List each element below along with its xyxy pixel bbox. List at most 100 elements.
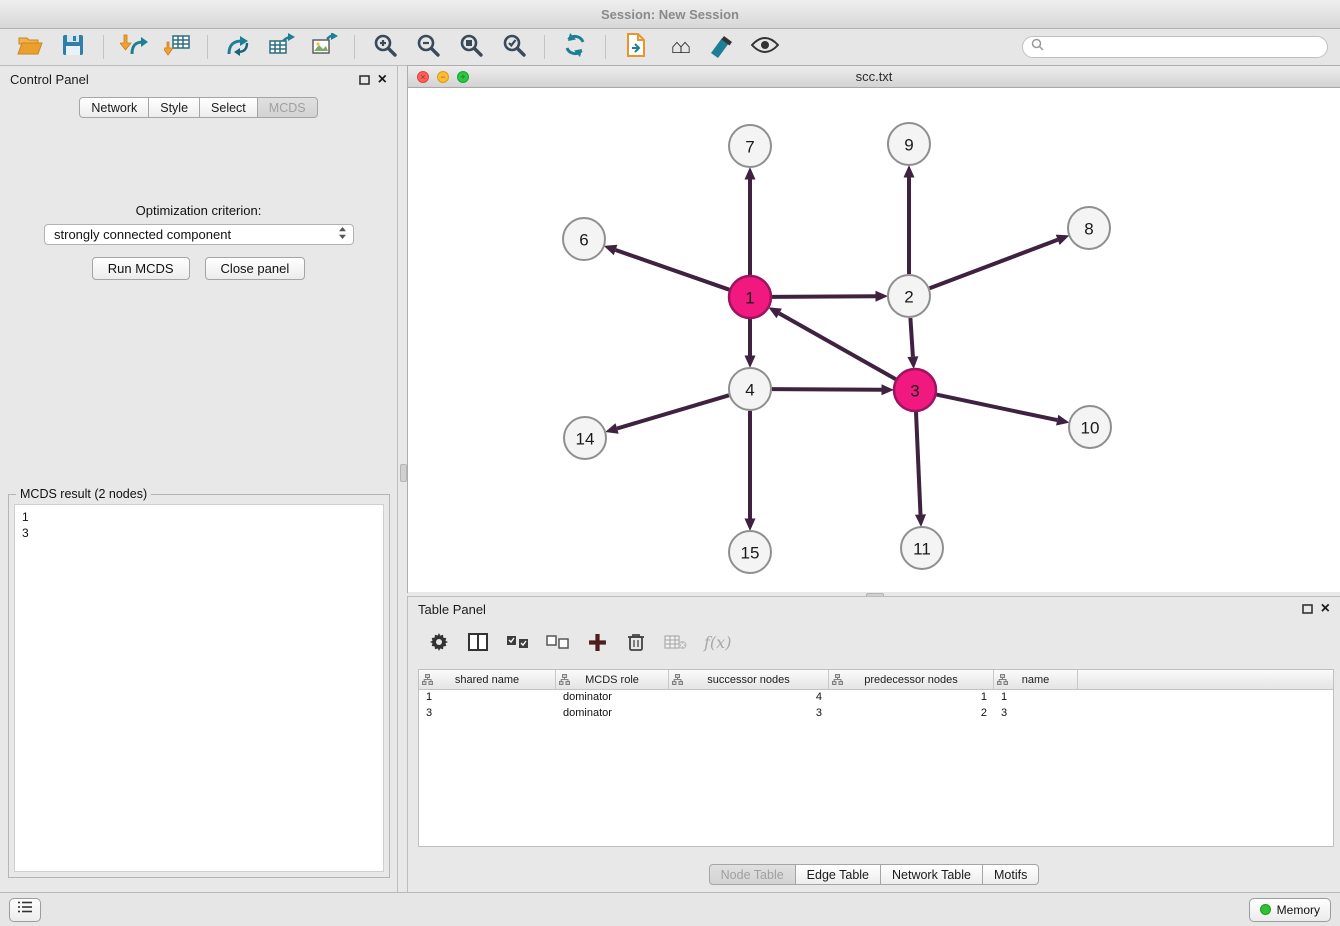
float-table-panel-icon[interactable]: [1301, 602, 1315, 616]
close-window-icon[interactable]: ×: [417, 71, 429, 83]
control-panel-tab-network[interactable]: Network: [79, 97, 149, 118]
control-panel-tab-mcds[interactable]: MCDS: [257, 97, 318, 118]
table-panel-tabs: Node TableEdge TableNetwork TableMotifs: [408, 864, 1340, 885]
table-row[interactable]: 3dominator323: [419, 706, 1333, 722]
style-brush-button[interactable]: [704, 32, 740, 62]
graph-node-label: 10: [1081, 419, 1100, 438]
vertical-splitter[interactable]: [398, 66, 408, 892]
graph-node-10[interactable]: 10: [1069, 406, 1111, 448]
graph-node-11[interactable]: 11: [901, 527, 943, 569]
zoom-selected-button[interactable]: [496, 32, 532, 62]
table-tab-edge-table[interactable]: Edge Table: [795, 864, 881, 885]
cell-shared_name: 3: [419, 706, 556, 722]
open-session-button[interactable]: [12, 32, 48, 62]
graph-node-4[interactable]: 4: [729, 368, 771, 410]
column-header-name[interactable]: name: [994, 670, 1078, 689]
graph-node-label: 14: [576, 430, 595, 449]
sort-icon: [672, 674, 683, 688]
graph-node-label: 4: [745, 381, 754, 400]
graph-edge-4-14[interactable]: [617, 395, 729, 428]
search-input[interactable]: [1049, 39, 1319, 55]
control-panel-buttons: Run MCDS Close panel: [0, 257, 397, 280]
toolbar-separator: [354, 35, 355, 59]
select-all-icon[interactable]: [506, 629, 529, 655]
import-network-button[interactable]: [116, 32, 152, 62]
document-share-icon: [624, 32, 648, 63]
memory-label: Memory: [1277, 903, 1320, 917]
close-panel-icon[interactable]: ×: [378, 73, 387, 87]
console-button[interactable]: [9, 898, 41, 922]
column-header-mcds_role[interactable]: MCDS role: [556, 670, 669, 689]
graph-edge-1-6[interactable]: [616, 250, 730, 290]
graph-edge-2-8[interactable]: [930, 240, 1058, 288]
table-tab-node-table[interactable]: Node Table: [709, 864, 796, 885]
graph-node-label: 2: [904, 288, 913, 307]
network-canvas[interactable]: 7 9 6 8 1 2 4 3 10 14 15 11: [408, 88, 1340, 591]
control-panel: Control Panel × NetworkStyleSelectMCDS O…: [0, 66, 398, 892]
mcds-result-box[interactable]: 13: [14, 504, 384, 872]
zoom-fit-button[interactable]: [453, 32, 489, 62]
share-network-button[interactable]: [220, 32, 256, 62]
eye-button[interactable]: [747, 32, 783, 62]
graph-node-8[interactable]: 8: [1068, 207, 1110, 249]
network-graph: 7 9 6 8 1 2 4 3 10 14 15 11: [408, 88, 1340, 591]
delete-row-icon[interactable]: [625, 629, 647, 655]
column-header-predecessor_nodes[interactable]: predecessor nodes: [829, 670, 994, 689]
zoom-in-button[interactable]: [367, 32, 403, 62]
graph-node-7[interactable]: 7: [729, 125, 771, 167]
column-label: shared name: [455, 674, 519, 686]
graph-edge-3-10[interactable]: [937, 395, 1058, 421]
graph-node-15[interactable]: 15: [729, 531, 771, 573]
graph-edge-3-11[interactable]: [916, 412, 921, 515]
column-header-successor_nodes[interactable]: successor nodes: [669, 670, 829, 689]
table-row[interactable]: 1dominator411: [419, 690, 1333, 706]
graph-edge-3-1[interactable]: [779, 313, 896, 379]
toolbar-separator: [207, 35, 208, 59]
delete-table-icon[interactable]: [664, 629, 687, 655]
import-network-icon: [120, 33, 148, 62]
graph-node-3[interactable]: 3: [894, 369, 936, 411]
export-image-button[interactable]: [306, 32, 342, 62]
columns-icon[interactable]: [467, 629, 489, 655]
search-box[interactable]: [1022, 36, 1328, 58]
maximize-window-icon[interactable]: +: [457, 71, 469, 83]
save-session-button[interactable]: [55, 32, 91, 62]
deselect-all-icon[interactable]: [546, 629, 569, 655]
graph-node-9[interactable]: 9: [888, 123, 930, 165]
graph-edge-2-3[interactable]: [910, 318, 913, 357]
minimize-window-icon[interactable]: −: [437, 71, 449, 83]
control-panel-tabs: NetworkStyleSelectMCDS: [0, 97, 397, 118]
gear-icon[interactable]: [428, 629, 450, 655]
export-table-button[interactable]: [263, 32, 299, 62]
sort-icon: [832, 674, 843, 688]
add-row-icon[interactable]: [586, 629, 608, 655]
refresh-layout-button[interactable]: [557, 32, 593, 62]
document-share-button[interactable]: [618, 32, 654, 62]
vertical-splitter-handle[interactable]: [400, 464, 407, 482]
close-panel-button[interactable]: Close panel: [205, 257, 306, 280]
graph-node-6[interactable]: 6: [563, 218, 605, 260]
table-tab-network-table[interactable]: Network Table: [880, 864, 983, 885]
control-panel-tab-select[interactable]: Select: [199, 97, 258, 118]
graph-node-14[interactable]: 14: [564, 417, 606, 459]
float-panel-icon[interactable]: [358, 73, 372, 87]
graph-edge-4-3[interactable]: [772, 389, 882, 390]
column-header-shared_name[interactable]: shared name: [419, 670, 556, 689]
graph-node-label: 11: [913, 540, 931, 559]
graph-edge-1-2[interactable]: [772, 296, 876, 297]
close-table-panel-icon[interactable]: ×: [1321, 602, 1330, 616]
home-button[interactable]: ⌂⌂: [661, 32, 697, 62]
graph-node-2[interactable]: 2: [888, 275, 930, 317]
table-panel: Table Panel × f(x) shared nameMCDS roles…: [408, 597, 1340, 892]
optimization-dropdown[interactable]: strongly connected component: [44, 224, 354, 245]
export-table-icon: [268, 33, 295, 62]
table-tab-motifs[interactable]: Motifs: [982, 864, 1039, 885]
control-panel-tab-style[interactable]: Style: [148, 97, 200, 118]
zoom-out-button[interactable]: [410, 32, 446, 62]
import-table-button[interactable]: [159, 32, 195, 62]
function-builder-icon[interactable]: f(x): [704, 629, 731, 655]
graph-node-1[interactable]: 1: [729, 276, 771, 318]
memory-button[interactable]: Memory: [1249, 898, 1331, 922]
run-mcds-button[interactable]: Run MCDS: [92, 257, 190, 280]
eye-icon: [751, 36, 779, 59]
